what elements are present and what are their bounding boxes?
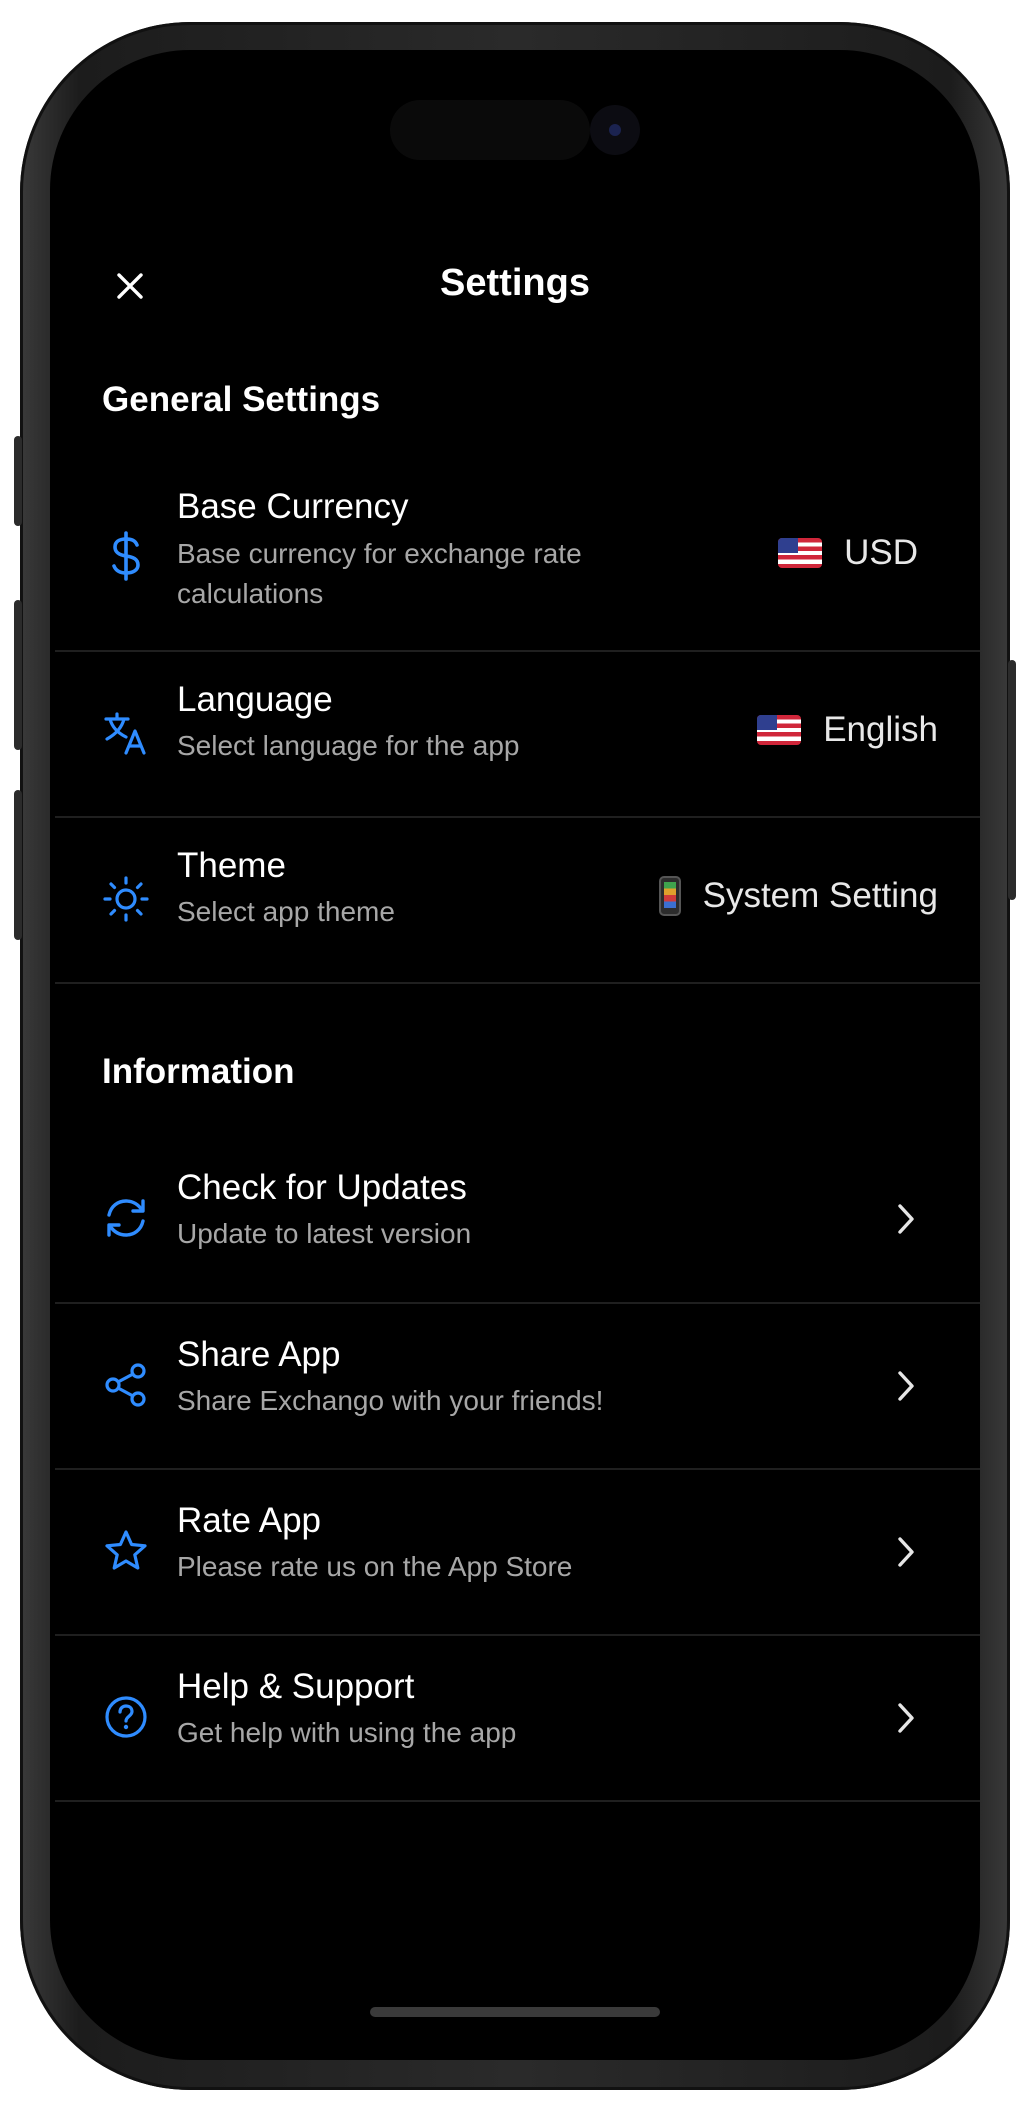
row-value: System Setting xyxy=(658,876,938,916)
row-subtitle-line2: calculations xyxy=(177,578,324,609)
us-flag-icon xyxy=(778,538,823,568)
row-value-text: English xyxy=(823,710,938,749)
star-icon xyxy=(100,1525,152,1577)
row-label: Rate App xyxy=(177,1501,321,1540)
action-button xyxy=(14,436,22,526)
settings-row-rate-app[interactable]: Rate App Please rate us on the App Store xyxy=(55,1468,980,1636)
settings-row-share-app[interactable]: Share App Share Exchango with your frien… xyxy=(55,1302,980,1470)
camera-icon xyxy=(590,105,640,155)
screen: Settings General Settings Base Currency … xyxy=(50,50,980,2060)
translate-icon xyxy=(100,707,152,759)
row-subtitle: Select language for the app xyxy=(177,730,520,761)
refresh-icon xyxy=(100,1192,152,1244)
row-subtitle: Select app theme xyxy=(177,896,395,927)
settings-row-theme[interactable]: Theme Select app theme System Setting xyxy=(55,816,980,984)
row-subtitle: Update to latest version xyxy=(177,1218,472,1249)
header: Settings xyxy=(50,240,980,330)
row-label: Help & Support xyxy=(177,1667,415,1706)
dollar-icon xyxy=(100,530,152,582)
chevron-right-icon xyxy=(894,1532,918,1572)
row-label: Share App xyxy=(177,1335,341,1374)
chevron-right-icon xyxy=(894,1366,918,1406)
row-value: USD xyxy=(778,533,918,573)
home-indicator[interactable] xyxy=(370,2007,660,2017)
volume-down-button xyxy=(14,790,22,940)
us-flag-icon xyxy=(757,715,802,745)
row-value: English xyxy=(757,710,938,750)
dynamic-island xyxy=(390,100,590,160)
chevron-right-icon xyxy=(894,1199,918,1239)
settings-row-check-updates[interactable]: Check for Updates Update to latest versi… xyxy=(55,1135,980,1304)
row-label: Base Currency xyxy=(177,487,409,526)
volume-up-button xyxy=(14,600,22,750)
phone-icon xyxy=(658,876,681,916)
row-subtitle: Base currency for exchange rate xyxy=(177,538,582,569)
section-title-general: General Settings xyxy=(102,380,381,419)
row-subtitle: Get help with using the app xyxy=(177,1717,517,1748)
row-label: Theme xyxy=(177,846,286,885)
row-value-text: USD xyxy=(844,533,918,572)
chevron-right-icon xyxy=(894,1698,918,1738)
sun-icon xyxy=(100,873,152,925)
row-subtitle: Please rate us on the App Store xyxy=(177,1551,573,1582)
settings-row-language[interactable]: Language Select language for the app Eng… xyxy=(55,650,980,818)
row-subtitle: Share Exchango with your friends! xyxy=(177,1385,604,1416)
power-button xyxy=(1008,660,1016,900)
settings-row-base-currency[interactable]: Base Currency Base currency for exchange… xyxy=(55,465,980,652)
share-icon xyxy=(100,1359,152,1411)
section-title-information: Information xyxy=(102,1052,295,1091)
help-icon xyxy=(100,1691,152,1743)
settings-row-help-support[interactable]: Help & Support Get help with using the a… xyxy=(55,1634,980,1802)
page-title: Settings xyxy=(440,262,590,304)
row-label: Check for Updates xyxy=(177,1168,467,1207)
row-label: Language xyxy=(177,680,333,719)
row-value-text: System Setting xyxy=(702,876,938,915)
